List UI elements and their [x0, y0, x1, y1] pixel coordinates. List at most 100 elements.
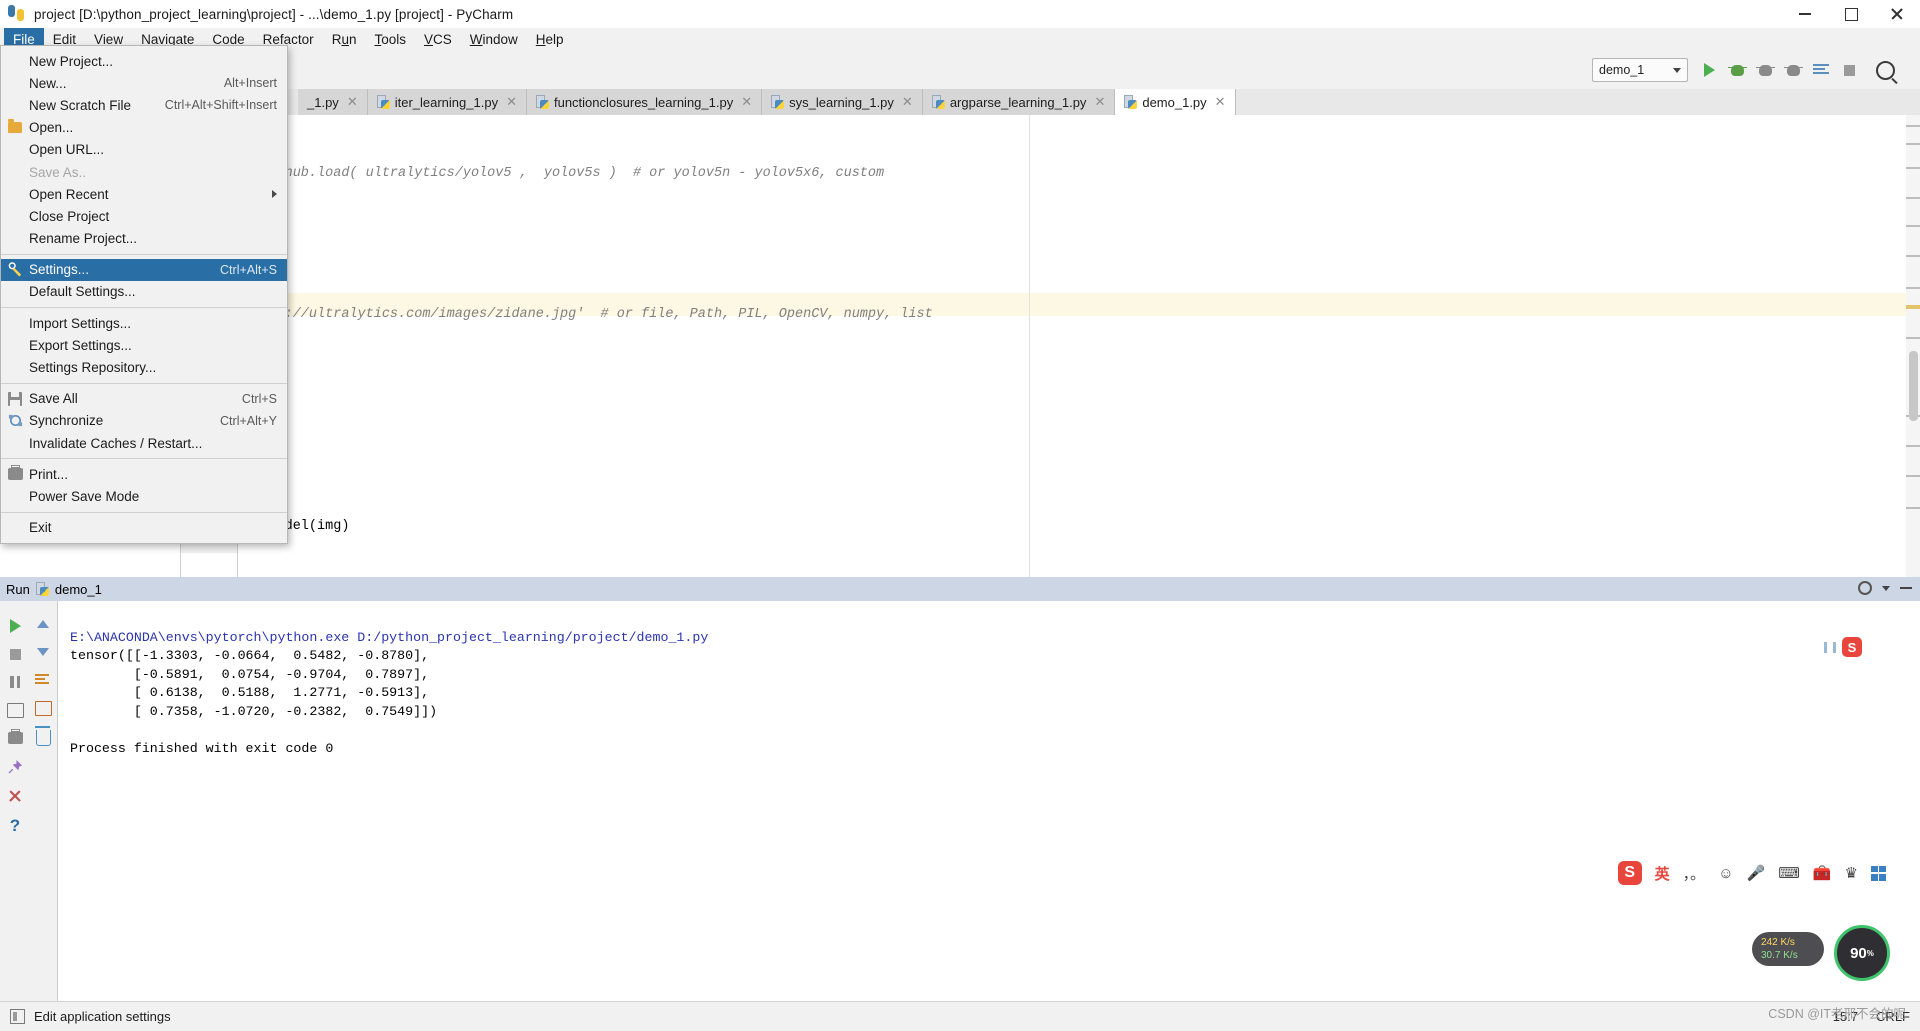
profile-button[interactable]: [1782, 59, 1804, 81]
menu-item-close-project[interactable]: Close Project: [1, 205, 287, 227]
scroll-up-button[interactable]: [30, 611, 56, 637]
menu-item-invalidate-caches-restart[interactable]: Invalidate Caches / Restart...: [1, 432, 287, 454]
close-icon[interactable]: ✕: [741, 94, 752, 110]
menu-item-export-settings[interactable]: Export Settings...: [1, 334, 287, 356]
minimize-icon[interactable]: [1900, 587, 1912, 589]
menu-item-shortcut: Ctrl+Alt+Y: [220, 413, 277, 428]
menu-item-open-recent[interactable]: Open Recent: [1, 183, 287, 205]
tab-label: _1.py: [307, 94, 339, 110]
close-icon[interactable]: ✕: [506, 94, 517, 110]
ime-logo-icon[interactable]: S: [1842, 637, 1862, 657]
menu-item-open[interactable]: Open...: [1, 117, 287, 139]
menu-item-shortcut: Ctrl+Alt+S: [220, 262, 277, 277]
microphone-icon[interactable]: 🎤: [1747, 864, 1766, 882]
menu-item-default-settings[interactable]: Default Settings...: [1, 281, 287, 303]
rerun-button[interactable]: [2, 613, 28, 639]
soft-wrap-button[interactable]: [30, 667, 56, 693]
run-window-title: Run: [6, 581, 30, 597]
ime-punctuation-toggle[interactable]: ，。: [1683, 863, 1706, 884]
stop-button[interactable]: [1838, 59, 1860, 81]
stop-process-button[interactable]: [2, 641, 28, 667]
coverage-button[interactable]: [1754, 59, 1776, 81]
tab-demo-1-py[interactable]: demo_1.py ✕: [1115, 89, 1236, 115]
tab-_1-py[interactable]: _1.py ✕: [298, 89, 368, 115]
smiley-icon[interactable]: ☺: [1718, 865, 1733, 882]
menu-item-new[interactable]: New... Alt+Insert: [1, 72, 287, 94]
menu-item-save-all[interactable]: Save All Ctrl+S: [1, 388, 287, 410]
export-button[interactable]: [30, 695, 56, 721]
python-file-icon: [1124, 95, 1138, 109]
menu-item-new-scratch-file[interactable]: New Scratch File Ctrl+Alt+Shift+Insert: [1, 94, 287, 116]
menu-item-shortcut: Ctrl+S: [241, 391, 277, 406]
apps-grid-icon[interactable]: [1871, 865, 1886, 881]
gear-icon[interactable]: [1858, 581, 1872, 595]
menu-item-settings[interactable]: Settings... Ctrl+Alt+S: [1, 258, 287, 281]
search-icon[interactable]: [1874, 59, 1896, 81]
keyboard-icon[interactable]: ⌨: [1778, 864, 1800, 882]
menu-item-exit[interactable]: Exit: [1, 517, 287, 539]
crown-icon[interactable]: ♛: [1845, 864, 1858, 882]
menu-item-label: Default Settings...: [29, 284, 136, 300]
menu-vcs[interactable]: VCS: [415, 28, 461, 51]
pause-button[interactable]: [2, 669, 28, 695]
tab-iter-learning-1-py[interactable]: iter_learning_1.py ✕: [367, 89, 527, 115]
close-icon[interactable]: ✕: [1094, 94, 1105, 110]
console-toggle-button[interactable]: [2, 697, 28, 723]
menu-help[interactable]: Help: [527, 28, 573, 51]
run-window-sidebar: ?: [0, 601, 58, 1001]
chevron-down-icon[interactable]: [1882, 585, 1890, 591]
tab-argparse-learning-1-py[interactable]: argparse_learning_1.py ✕: [922, 89, 1116, 115]
menu-item-synchronize[interactable]: Synchronize Ctrl+Alt+Y: [1, 410, 287, 432]
close-icon[interactable]: ✕: [902, 94, 913, 110]
menu-item-print[interactable]: Print...: [1, 463, 287, 485]
close-icon[interactable]: ✕: [347, 94, 358, 110]
scrollbar-thumb[interactable]: [1909, 351, 1918, 421]
print-icon: [7, 465, 23, 482]
close-panel-button[interactable]: [2, 783, 28, 809]
ime-mode-label[interactable]: 英: [1655, 863, 1670, 884]
editor-tab-strip: _1.py ✕ iter_learning_1.py ✕ functionclo…: [0, 89, 1920, 116]
cpu-gauge-widget[interactable]: 90%: [1834, 925, 1890, 981]
menu-divider: [1, 253, 287, 255]
ime-logo-icon[interactable]: S: [1617, 861, 1642, 885]
menu-item-settings-repository[interactable]: Settings Repository...: [1, 356, 287, 378]
menu-item-new-project[interactable]: New Project...: [1, 50, 287, 72]
scroll-down-button[interactable]: [30, 639, 56, 665]
run-button[interactable]: [1698, 59, 1720, 81]
menu-window[interactable]: Window: [461, 28, 527, 51]
close-icon[interactable]: ✕: [1215, 94, 1226, 110]
tab-label: argparse_learning_1.py: [949, 94, 1087, 110]
minimize-button[interactable]: [1782, 0, 1828, 28]
close-button[interactable]: [1874, 0, 1920, 28]
attach-button[interactable]: [1810, 59, 1832, 81]
pin-icon[interactable]: [2, 753, 28, 779]
menu-run[interactable]: Run: [323, 28, 366, 51]
menu-item-open-url[interactable]: Open URL...: [1, 139, 287, 161]
code-editor[interactable]: torch.hub.load( ultralytics/yolov5 , yol…: [0, 115, 1920, 577]
menu-item-import-settings[interactable]: Import Settings...: [1, 312, 287, 334]
menu-tools[interactable]: Tools: [365, 28, 415, 51]
run-window-actions: [1858, 581, 1912, 595]
run-console[interactable]: E:\ANACONDA\envs\pytorch\python.exe D:/p…: [58, 601, 1920, 1001]
settings-hint-icon: [10, 1009, 25, 1024]
status-hint-text: Edit application settings: [34, 1009, 171, 1024]
menu-item-label: Exit: [29, 520, 52, 536]
run-configuration-label: demo_1: [1599, 63, 1645, 77]
gauge-unit: %: [1866, 948, 1874, 958]
run-config-name: demo_1: [54, 581, 102, 597]
code-line: 'https://ultralytics.com/images/zidane.j…: [236, 307, 933, 322]
trash-button[interactable]: [30, 725, 56, 751]
tab-functionclosures-learning-1-py[interactable]: functionclosures_learning_1.py ✕: [526, 89, 763, 115]
tab-sys-learning-1-py[interactable]: sys_learning_1.py ✕: [762, 89, 923, 115]
menu-item-power-save-mode[interactable]: Power Save Mode: [1, 485, 287, 507]
menu-item-rename-project[interactable]: Rename Project...: [1, 228, 287, 250]
print-console-button[interactable]: [2, 725, 28, 751]
editor-scrollbar[interactable]: [1906, 115, 1920, 577]
debug-button[interactable]: [1726, 59, 1748, 81]
network-speed-widget[interactable]: 242 K/s 30.7 K/s: [1752, 932, 1824, 966]
toolbox-icon[interactable]: 🧰: [1813, 864, 1832, 882]
maximize-button[interactable]: [1828, 0, 1874, 28]
help-icon[interactable]: ?: [2, 813, 28, 839]
menu-bar: File Edit View Navigate Code Refactor Ru…: [0, 28, 1920, 51]
run-configuration-selector[interactable]: demo_1: [1592, 58, 1688, 82]
